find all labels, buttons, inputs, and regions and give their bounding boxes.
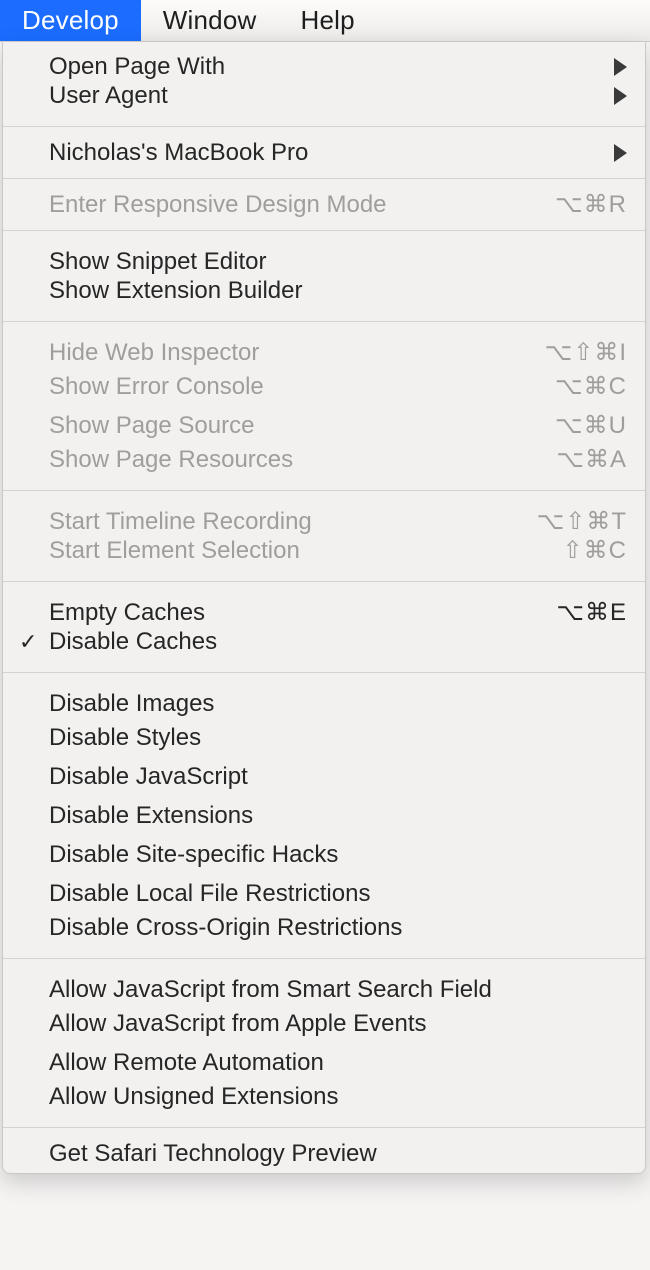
menubar: Develop Window Help xyxy=(0,0,650,42)
menu-open-page-with-label: Open Page With xyxy=(49,53,606,81)
menubar-window-label: Window xyxy=(163,5,257,36)
menu-element-selection-shortcut: ⇧⌘C xyxy=(563,536,627,565)
menu-responsive-design: Enter Responsive Design Mode ⌥⌘R xyxy=(3,185,645,224)
menu-disable-hacks[interactable]: Disable Site-specific Hacks xyxy=(3,835,645,874)
menu-empty-caches[interactable]: Empty Caches ⌥⌘E xyxy=(3,588,645,627)
menu-hide-inspector-shortcut: ⌥⇧⌘I xyxy=(545,338,627,367)
menu-allow-unsigned-ext[interactable]: Allow Unsigned Extensions xyxy=(3,1082,645,1121)
menu-user-agent-label: User Agent xyxy=(49,82,606,110)
menu-separator xyxy=(3,490,645,491)
menu-element-selection: Start Element Selection ⇧⌘C xyxy=(3,536,645,575)
checkmark-icon: ✓ xyxy=(19,631,37,653)
menu-disable-extensions[interactable]: Disable Extensions xyxy=(3,796,645,835)
menu-hide-inspector-label: Hide Web Inspector xyxy=(49,339,533,367)
menu-disable-hacks-label: Disable Site-specific Hacks xyxy=(49,841,627,869)
menu-disable-cors-label: Disable Cross-Origin Restrictions xyxy=(49,914,627,942)
menu-disable-images-label: Disable Images xyxy=(49,690,627,718)
submenu-arrow-icon xyxy=(614,58,627,76)
menu-page-source-shortcut: ⌥⌘U xyxy=(555,411,627,440)
menu-disable-caches-label: Disable Caches xyxy=(49,628,627,656)
menu-snippet-editor-label: Show Snippet Editor xyxy=(49,248,627,276)
menu-disable-javascript-label: Disable JavaScript xyxy=(49,763,627,791)
menu-open-page-with[interactable]: Open Page With xyxy=(3,42,645,81)
menubar-window[interactable]: Window xyxy=(141,0,279,41)
menu-disable-local-file-label: Disable Local File Restrictions xyxy=(49,880,627,908)
menu-disable-extensions-label: Disable Extensions xyxy=(49,802,627,830)
menu-responsive-design-label: Enter Responsive Design Mode xyxy=(49,191,543,219)
menu-disable-images[interactable]: Disable Images xyxy=(3,679,645,718)
menu-timeline-recording: Start Timeline Recording ⌥⇧⌘T xyxy=(3,497,645,536)
menu-separator xyxy=(3,230,645,231)
menu-snippet-editor[interactable]: Show Snippet Editor xyxy=(3,237,645,276)
submenu-arrow-icon xyxy=(614,87,627,105)
menu-separator xyxy=(3,126,645,127)
menu-page-resources-label: Show Page Resources xyxy=(49,446,544,474)
menu-element-selection-label: Start Element Selection xyxy=(49,537,551,565)
develop-menu: Open Page With User Agent Nicholas's Mac… xyxy=(2,42,646,1174)
menu-tech-preview-label: Get Safari Technology Preview xyxy=(49,1140,627,1168)
menubar-develop-label: Develop xyxy=(22,5,119,36)
menu-empty-caches-label: Empty Caches xyxy=(49,599,544,627)
menu-allow-js-apple[interactable]: Allow JavaScript from Apple Events xyxy=(3,1004,645,1043)
menu-tech-preview[interactable]: Get Safari Technology Preview xyxy=(3,1134,645,1173)
menu-user-agent[interactable]: User Agent xyxy=(3,81,645,120)
menu-disable-javascript[interactable]: Disable JavaScript xyxy=(3,757,645,796)
menu-separator xyxy=(3,1127,645,1128)
menu-separator xyxy=(3,672,645,673)
menu-hide-inspector: Hide Web Inspector ⌥⇧⌘I xyxy=(3,328,645,367)
menu-extension-builder[interactable]: Show Extension Builder xyxy=(3,276,645,315)
submenu-arrow-icon xyxy=(614,144,627,162)
menu-allow-remote-automation-label: Allow Remote Automation xyxy=(49,1049,627,1077)
menu-page-source-label: Show Page Source xyxy=(49,412,543,440)
menu-allow-js-search[interactable]: Allow JavaScript from Smart Search Field xyxy=(3,965,645,1004)
menu-extension-builder-label: Show Extension Builder xyxy=(49,277,627,305)
menu-page-resources: Show Page Resources ⌥⌘A xyxy=(3,445,645,484)
menu-device[interactable]: Nicholas's MacBook Pro xyxy=(3,133,645,172)
menu-page-resources-shortcut: ⌥⌘A xyxy=(556,445,627,474)
menu-error-console: Show Error Console ⌥⌘C xyxy=(3,367,645,406)
menu-disable-caches[interactable]: ✓ Disable Caches xyxy=(3,627,645,666)
menubar-develop[interactable]: Develop xyxy=(0,0,141,41)
menu-device-label: Nicholas's MacBook Pro xyxy=(49,139,606,167)
menu-disable-styles-label: Disable Styles xyxy=(49,724,627,752)
menu-disable-local-file[interactable]: Disable Local File Restrictions xyxy=(3,874,645,913)
menu-separator xyxy=(3,178,645,179)
menu-allow-js-apple-label: Allow JavaScript from Apple Events xyxy=(49,1010,627,1038)
menu-page-source: Show Page Source ⌥⌘U xyxy=(3,406,645,445)
menu-disable-styles[interactable]: Disable Styles xyxy=(3,718,645,757)
menu-error-console-shortcut: ⌥⌘C xyxy=(555,372,627,401)
menu-responsive-design-shortcut: ⌥⌘R xyxy=(555,190,627,219)
menubar-help-label: Help xyxy=(300,5,354,36)
menu-timeline-recording-shortcut: ⌥⇧⌘T xyxy=(537,507,627,536)
menu-allow-unsigned-ext-label: Allow Unsigned Extensions xyxy=(49,1083,627,1111)
menu-timeline-recording-label: Start Timeline Recording xyxy=(49,508,525,536)
menu-disable-cors[interactable]: Disable Cross-Origin Restrictions xyxy=(3,913,645,952)
menu-separator xyxy=(3,321,645,322)
menu-allow-js-search-label: Allow JavaScript from Smart Search Field xyxy=(49,976,627,1004)
menu-allow-remote-automation[interactable]: Allow Remote Automation xyxy=(3,1043,645,1082)
menu-empty-caches-shortcut: ⌥⌘E xyxy=(556,598,627,627)
menubar-help[interactable]: Help xyxy=(278,0,376,41)
menu-error-console-label: Show Error Console xyxy=(49,373,543,401)
menu-separator xyxy=(3,958,645,959)
menu-separator xyxy=(3,581,645,582)
